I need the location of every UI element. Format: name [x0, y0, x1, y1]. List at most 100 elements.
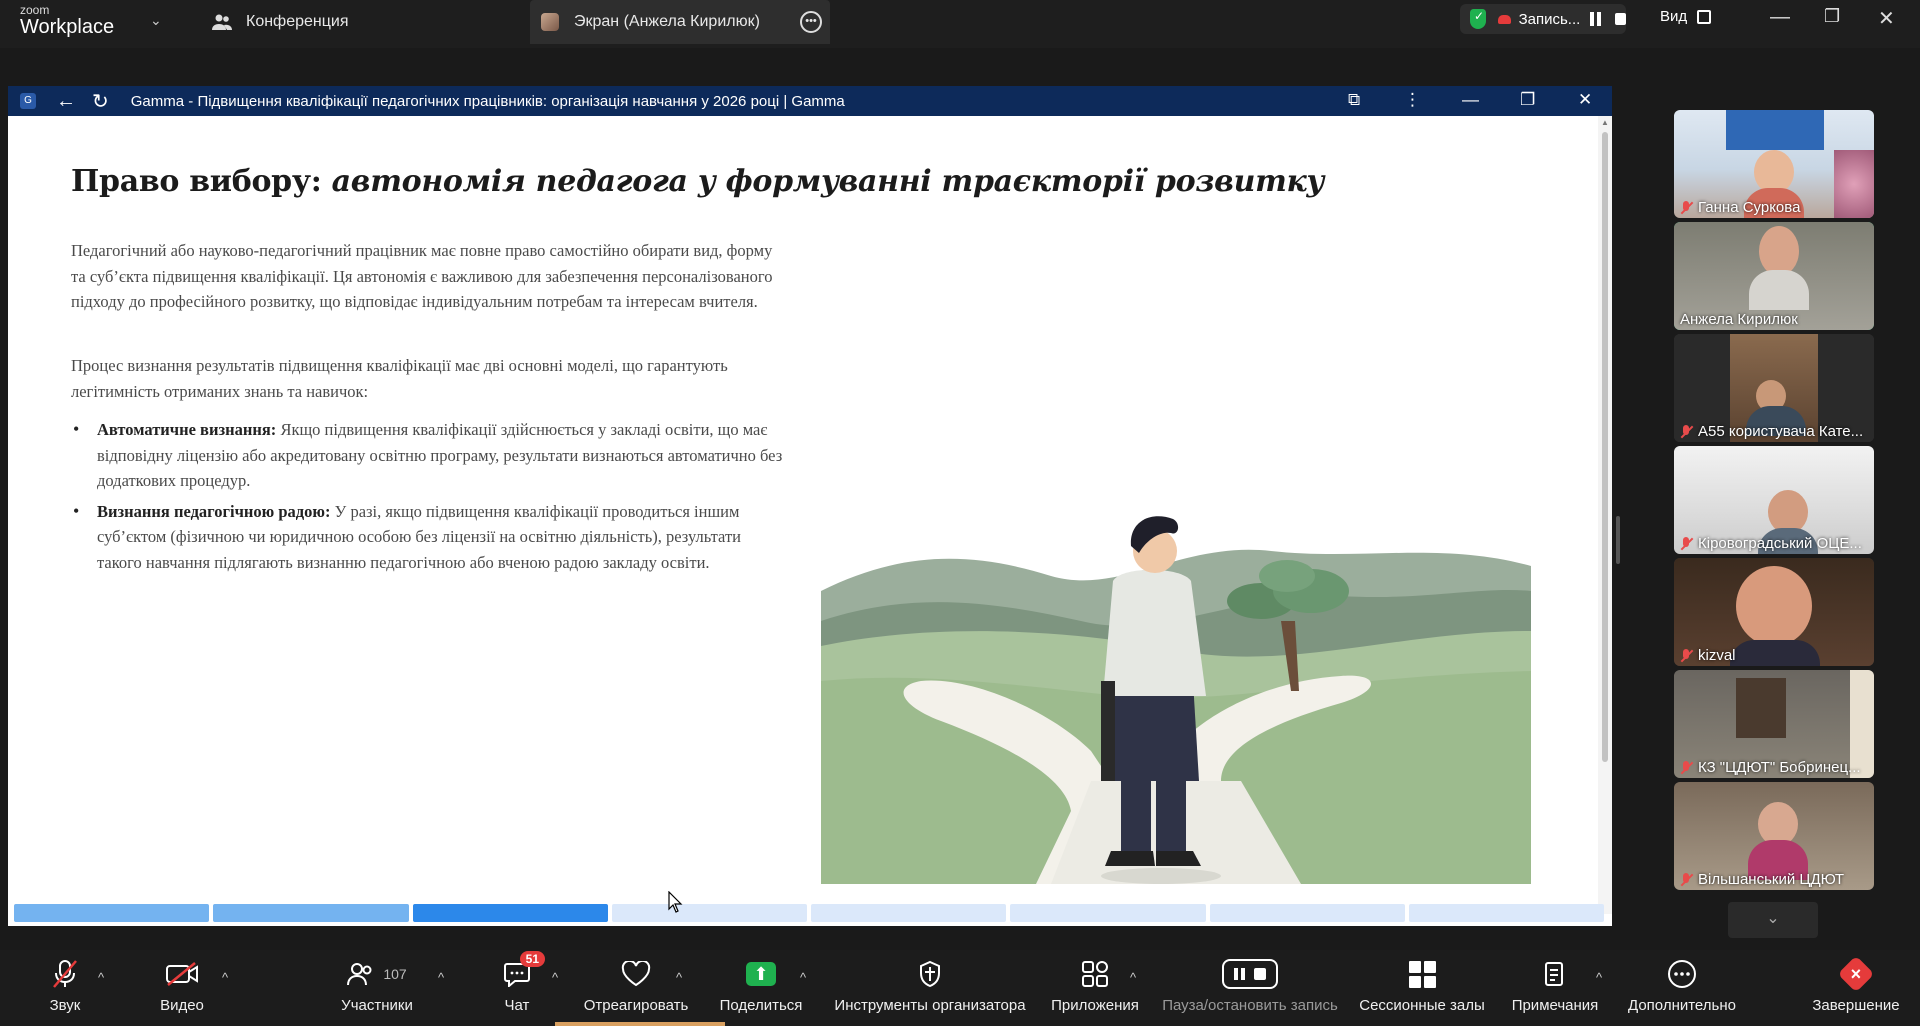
video-tile[interactable]: Вільшанський ЦДЮТ [1674, 782, 1874, 890]
kebab-menu-icon[interactable]: ⋮ [1404, 90, 1421, 110]
share-screen-button[interactable]: ⬆ Поделиться [718, 950, 804, 1026]
crossroads-illustration [821, 481, 1531, 884]
browser-title: Gamma - Підвищення кваліфікації педагогі… [130, 92, 845, 110]
slide-heading: Право вибору: автономія педагога у форму… [71, 164, 1324, 199]
more-options-icon[interactable]: ••• [800, 11, 822, 33]
sharer-avatar [540, 12, 560, 32]
tab-shared-screen[interactable]: Экран (Анжела Кирилюк) ••• [530, 0, 830, 44]
apps-options-caret[interactable]: ^ [1130, 970, 1136, 985]
progress-segment-2[interactable] [213, 904, 409, 922]
bullet-title: Автоматичне визнання: [97, 420, 277, 439]
browser-minimize-icon[interactable]: — [1462, 90, 1479, 110]
video-tile[interactable]: Ганна Суркова [1674, 110, 1874, 218]
chat-button[interactable]: 51 Чат [502, 950, 545, 1026]
view-layout-icon [1697, 9, 1712, 24]
progress-segment-5[interactable] [811, 904, 1007, 922]
react-options-caret[interactable]: ^ [676, 970, 682, 985]
host-shield-icon [918, 957, 942, 991]
bullet-title: Визнання педагогічною радою: [97, 501, 331, 521]
progress-segment-7[interactable] [1209, 904, 1405, 922]
stop-recording-icon[interactable] [1615, 13, 1626, 25]
end-meeting-button[interactable]: × Завершение [1808, 950, 1904, 1026]
react-button[interactable]: Отреагировать [582, 950, 690, 1026]
recording-status[interactable]: Запись... [1460, 4, 1626, 34]
pause-stop-recording-button[interactable]: Пауза/остановить запись [1158, 950, 1342, 1026]
participants-button[interactable]: 107 Участники [341, 950, 413, 1026]
participants-count: 107 [383, 966, 407, 982]
breakout-rooms-button[interactable]: Сессионные залы [1354, 950, 1490, 1026]
participant-name: КЗ "ЦДЮТ" Бобринец... [1680, 759, 1861, 776]
audio-button[interactable]: Звук [45, 950, 85, 1026]
video-off-icon [165, 957, 199, 991]
extension-icon[interactable]: ⧉ [1348, 90, 1360, 110]
host-tools-button[interactable]: Инструменты организатора [832, 950, 1028, 1026]
restore-icon[interactable]: ❐ [1824, 6, 1840, 27]
audio-options-caret[interactable]: ^ [98, 970, 104, 985]
list-item: Визнання педагогічною радою: У разі, якщ… [71, 499, 783, 576]
progress-segment-3[interactable] [412, 904, 608, 922]
chevron-down-icon[interactable]: ⌄ [150, 12, 162, 29]
react-label: Отреагировать [583, 997, 689, 1014]
pause-recording-icon[interactable] [1590, 12, 1602, 26]
minimize-icon[interactable]: — [1770, 6, 1790, 29]
video-button[interactable]: Видео [158, 950, 206, 1026]
chat-icon: 51 [503, 951, 545, 991]
video-tile[interactable]: Кіровоградський ОЦЕ... [1674, 446, 1874, 554]
apps-label: Приложения [1051, 997, 1139, 1014]
video-tile-active-speaker[interactable]: Анжела Кирилюк [1674, 222, 1874, 330]
notes-button[interactable]: Примечания [1508, 950, 1602, 1026]
people-icon [212, 12, 232, 32]
scrollbar-thumb[interactable] [1602, 132, 1608, 762]
gamma-app-icon: G [20, 93, 36, 109]
apps-icon [1081, 957, 1109, 991]
participants-options-caret[interactable]: ^ [438, 970, 444, 985]
progress-segment-6[interactable] [1010, 904, 1206, 922]
progress-segment-4[interactable] [611, 904, 807, 922]
browser-restore-icon[interactable]: ❐ [1520, 90, 1535, 110]
muted-microphone-icon [51, 957, 79, 991]
recording-label: Запись... [1518, 10, 1581, 28]
muted-mic-icon [1680, 536, 1692, 551]
browser-close-icon[interactable]: ✕ [1578, 90, 1592, 110]
share-options-caret[interactable]: ^ [800, 970, 806, 985]
more-button[interactable]: Дополнительно [1624, 950, 1740, 1026]
progress-segment-1[interactable] [14, 904, 210, 922]
participant-name: Кіровоградський ОЦЕ... [1680, 535, 1862, 552]
gallery-scroll-down-icon[interactable]: ⌄ [1728, 902, 1818, 938]
reload-icon[interactable]: ↻ [92, 89, 109, 114]
vertical-scrollbar[interactable]: ▲ [1598, 116, 1612, 914]
share-label: Поделиться [719, 997, 803, 1014]
tab-meeting[interactable]: Конференция [212, 0, 349, 44]
back-arrow-icon[interactable]: ← [56, 90, 76, 113]
video-tile[interactable]: kizval [1674, 558, 1874, 666]
chat-options-caret[interactable]: ^ [552, 970, 558, 985]
video-tile[interactable]: A55 користувача Кате... [1674, 334, 1874, 442]
video-label: Видео [160, 997, 204, 1014]
zoom-workplace-logo[interactable]: zoom Workplace [20, 4, 114, 37]
participant-name: Вільшанський ЦДЮТ [1680, 871, 1844, 888]
participant-gallery: Ганна Суркова Анжела Кирилюк A55 користу… [1674, 110, 1874, 894]
apps-button[interactable]: Приложения [1048, 950, 1142, 1026]
video-tile[interactable]: КЗ "ЦДЮТ" Бобринец... [1674, 670, 1874, 778]
heading-plain: Право вибору: [71, 164, 332, 199]
notes-label: Примечания [1511, 997, 1599, 1014]
slide-progress-bar[interactable] [14, 904, 1604, 924]
pause-record-label: Пауза/остановить запись [1162, 997, 1338, 1014]
view-label: Вид [1660, 8, 1688, 25]
participants-label: Участники [341, 997, 413, 1014]
breakout-label: Сессионные залы [1359, 997, 1485, 1014]
participants-icon: 107 [347, 957, 407, 991]
audio-label: Звук [49, 997, 81, 1014]
video-options-caret[interactable]: ^ [222, 970, 228, 985]
more-label: Дополнительно [1628, 997, 1736, 1014]
scroll-up-icon[interactable]: ▲ [1601, 118, 1609, 127]
share-screen-icon: ⬆ [746, 957, 776, 991]
participant-name: Ганна Суркова [1680, 199, 1800, 216]
close-icon[interactable]: ✕ [1878, 6, 1895, 31]
panel-resize-handle[interactable] [1616, 516, 1620, 564]
view-button[interactable]: Вид [1660, 8, 1712, 25]
notes-options-caret[interactable]: ^ [1596, 970, 1602, 985]
browser-title-bar: G ← ↻ Gamma - Підвищення кваліфікації пе… [8, 86, 1612, 116]
participant-name: Анжела Кирилюк [1680, 311, 1798, 328]
progress-segment-8[interactable] [1408, 904, 1604, 922]
